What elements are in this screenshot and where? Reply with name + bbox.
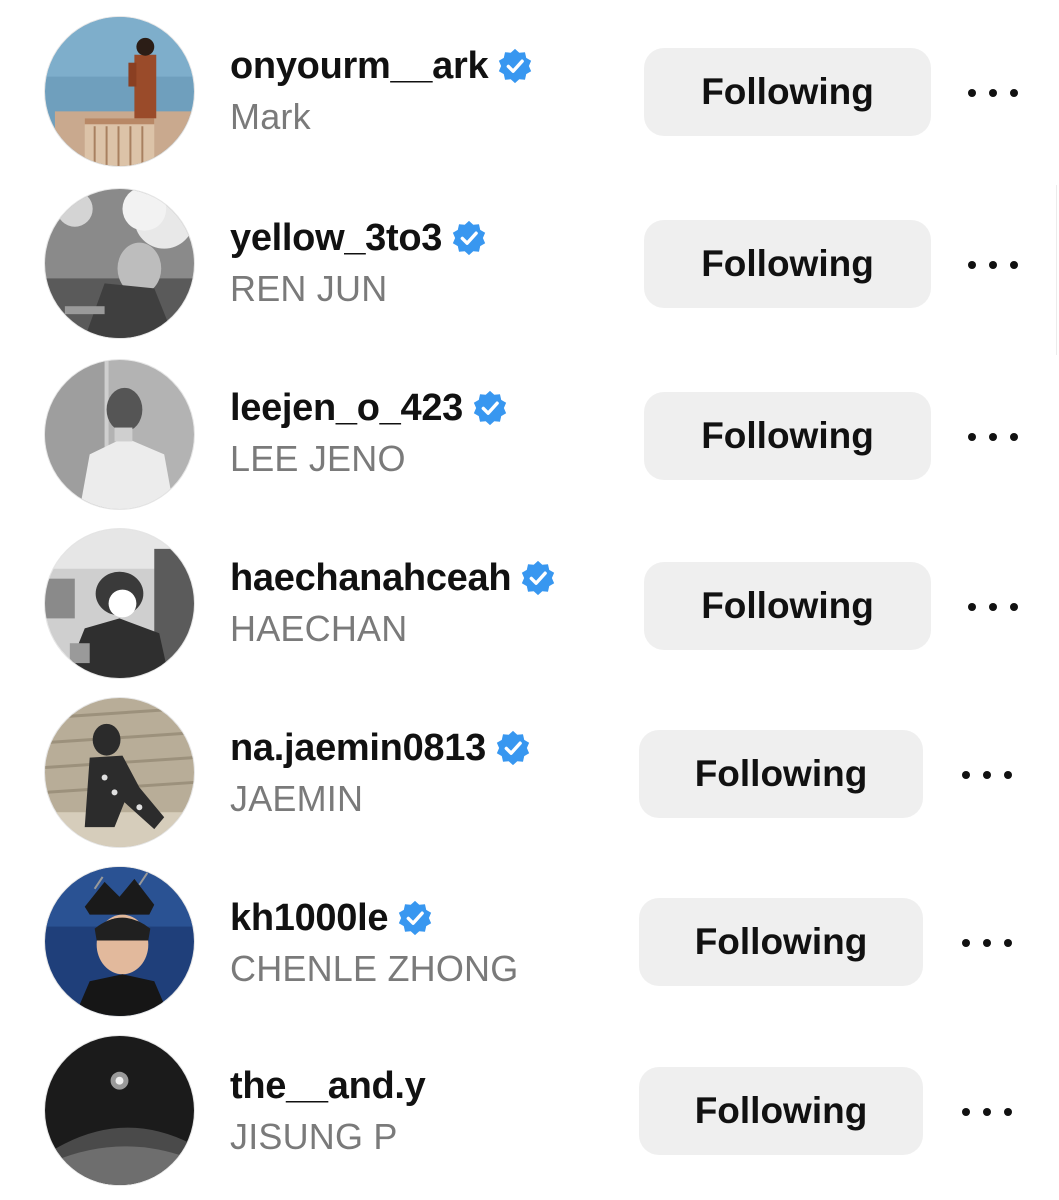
more-options-icon[interactable] [968, 422, 1018, 452]
user-text-block[interactable]: yellow_3to3 REN JUN [230, 214, 488, 310]
username[interactable]: onyourm__ark [230, 45, 489, 88]
list-item[interactable]: haechanahceah HAECHAN Following [0, 510, 1059, 680]
user-text-block[interactable]: onyourm__ark Mark [230, 42, 534, 138]
following-button[interactable]: Following [639, 898, 923, 986]
avatar[interactable] [44, 359, 195, 510]
avatar[interactable] [44, 16, 195, 167]
more-options-icon[interactable] [968, 250, 1018, 280]
username[interactable]: the__and.y [230, 1065, 426, 1108]
following-button[interactable]: Following [644, 220, 931, 308]
display-name: REN JUN [230, 268, 388, 309]
following-button[interactable]: Following [644, 392, 931, 480]
display-name: CHENLE ZHONG [230, 948, 519, 989]
more-options-icon[interactable] [968, 592, 1018, 622]
following-button[interactable]: Following [644, 562, 931, 650]
username[interactable]: yellow_3to3 [230, 217, 442, 260]
more-options-icon[interactable] [962, 928, 1012, 958]
display-name: Mark [230, 96, 311, 137]
list-item[interactable]: yellow_3to3 REN JUN Following [0, 170, 1059, 340]
display-name: JISUNG P [230, 1116, 398, 1157]
avatar[interactable] [44, 866, 195, 1017]
username[interactable]: haechanahceah [230, 557, 512, 600]
user-text-block[interactable]: leejen_o_423 LEE JENO [230, 384, 509, 480]
list-item[interactable]: the__and.y JISUNG P Following [0, 1020, 1059, 1190]
list-item[interactable]: kh1000le CHENLE ZHONG Following [0, 850, 1059, 1020]
list-item[interactable]: onyourm__ark Mark Following [0, 0, 1059, 170]
list-item[interactable]: leejen_o_423 LEE JENO Following [0, 340, 1059, 510]
following-button[interactable]: Following [639, 730, 923, 818]
verified-badge-icon [396, 899, 434, 937]
more-options-icon[interactable] [962, 1097, 1012, 1127]
following-button[interactable]: Following [639, 1067, 923, 1155]
more-options-icon[interactable] [962, 760, 1012, 790]
verified-badge-icon [519, 559, 557, 597]
display-name: LEE JENO [230, 438, 406, 479]
avatar[interactable] [44, 188, 195, 339]
verified-badge-icon [450, 219, 488, 257]
username[interactable]: na.jaemin0813 [230, 727, 486, 770]
more-options-icon[interactable] [968, 78, 1018, 108]
verified-badge-icon [471, 389, 509, 427]
user-text-block[interactable]: kh1000le CHENLE ZHONG [230, 894, 518, 990]
display-name: JAEMIN [230, 778, 364, 819]
user-text-block[interactable]: na.jaemin0813 JAEMIN [230, 724, 532, 820]
user-text-block[interactable]: haechanahceah HAECHAN [230, 554, 557, 650]
avatar[interactable] [44, 697, 195, 848]
username[interactable]: leejen_o_423 [230, 387, 463, 430]
list-item[interactable]: na.jaemin0813 JAEMIN Following [0, 680, 1059, 850]
verified-badge-icon [496, 47, 534, 85]
user-text-block[interactable]: the__and.y JISUNG P [230, 1062, 426, 1158]
display-name: HAECHAN [230, 608, 408, 649]
verified-badge-icon [494, 729, 532, 767]
avatar[interactable] [44, 528, 195, 679]
username[interactable]: kh1000le [230, 897, 388, 940]
avatar[interactable] [44, 1035, 195, 1186]
following-button[interactable]: Following [644, 48, 931, 136]
